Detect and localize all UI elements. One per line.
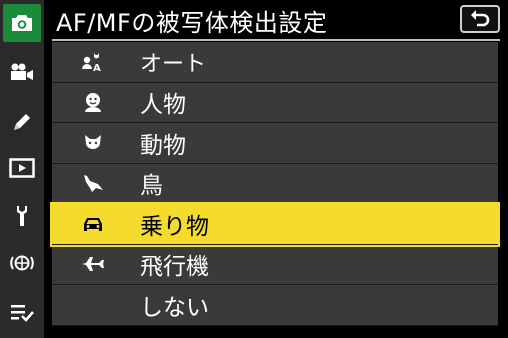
list-item-airplanes[interactable]: 飛行機 (52, 244, 498, 285)
list-item-birds[interactable]: 鳥 (52, 163, 498, 204)
wrench-icon (17, 206, 27, 226)
tab-photo-shooting[interactable] (3, 4, 41, 42)
list-item-label: しない (140, 294, 209, 321)
airplane-icon (80, 251, 106, 277)
movie-camera-icon (11, 63, 33, 80)
list-item-animals[interactable]: 動物 (52, 123, 498, 164)
car-icon (80, 211, 106, 237)
tab-my-menu[interactable] (0, 294, 44, 330)
animal-icon (80, 130, 106, 156)
playback-icon (9, 158, 35, 178)
svg-text:A: A (93, 63, 101, 73)
camera-icon (12, 15, 32, 31)
tab-network[interactable] (0, 245, 44, 281)
header-divider (52, 39, 500, 41)
back-arrow-icon (471, 10, 490, 27)
list-item-auto[interactable]: A オート (52, 42, 498, 83)
list-item-vehicles[interactable]: 乗り物 (50, 202, 500, 247)
bird-icon (80, 170, 106, 196)
network-icon (10, 255, 34, 271)
auto-subject-icon: A (80, 49, 106, 75)
page-title: AF/MFの被写体検出設定 (56, 8, 328, 37)
tab-setup[interactable] (0, 198, 44, 234)
list-item-people[interactable]: 人物 (52, 82, 498, 123)
back-button[interactable] (460, 5, 500, 33)
my-menu-icon (11, 305, 34, 322)
list-item-label: 飛行機 (140, 254, 209, 281)
subject-detection-list: A オート 人物 動物 鳥 乗り物 飛行機 しない (50, 42, 500, 326)
page-header: AF/MFの被写体検出設定 (52, 0, 508, 40)
tab-custom-settings[interactable] (0, 104, 44, 140)
list-item-label: オート (140, 51, 207, 77)
face-icon (80, 89, 106, 115)
pencil-icon (14, 114, 30, 130)
tab-movie-shooting[interactable] (0, 54, 44, 90)
list-item-label: 人物 (140, 92, 186, 119)
list-item-label: 乗り物 (140, 213, 209, 240)
list-item-label: 鳥 (140, 173, 163, 200)
tab-playback[interactable] (0, 150, 44, 186)
list-item-off[interactable]: しない (52, 285, 498, 326)
menu-tab-rail (0, 0, 44, 338)
list-item-label: 動物 (140, 132, 186, 159)
